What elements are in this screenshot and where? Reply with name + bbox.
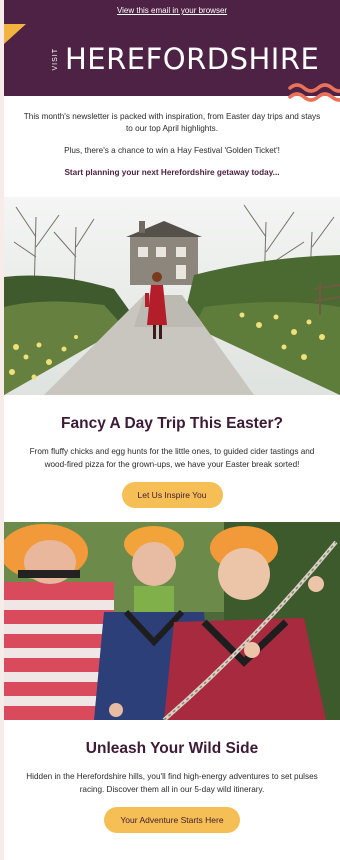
logo-name-text: HEREFORDSHIRE — [65, 41, 320, 76]
corner-flag-decoration — [4, 24, 26, 44]
wild-section-body: Hidden in the Herefordshire hills, you'l… — [26, 771, 318, 794]
easter-section-title: Fancy A Day Trip This Easter? — [61, 414, 283, 432]
easter-section: Fancy A Day Trip This Easter? From fluff… — [4, 415, 340, 508]
view-in-browser-link[interactable]: View this email in your browser — [4, 6, 340, 15]
easter-section-body: From fluffy chicks and egg hunts for the… — [29, 446, 315, 469]
intro-cta-text: Start planning your next Herefordshire g… — [64, 167, 280, 177]
let-us-inspire-you-button[interactable]: Let Us Inspire You — [121, 481, 223, 508]
wild-section: Unleash Your Wild Side Hidden in the Her… — [4, 739, 340, 834]
logo-visit-text: VISIT — [52, 47, 59, 71]
intro-block: This month's newsletter is packed with i… — [4, 96, 340, 197]
email-container: View this email in your browser VISIT HE… — [4, 0, 340, 860]
wild-section-title: Unleash Your Wild Side — [85, 739, 259, 757]
intro-text-1: This month's newsletter is packed with i… — [23, 112, 321, 133]
wave-decoration-icon — [288, 83, 340, 102]
email-header: View this email in your browser VISIT HE… — [4, 0, 340, 102]
your-adventure-starts-here-button[interactable]: Your Adventure Starts Here — [104, 807, 240, 834]
intro-text-2: Plus, there's a chance to win a Hay Fest… — [64, 145, 280, 155]
wild-adventure-photo[interactable] — [4, 521, 340, 720]
visit-herefordshire-logo[interactable]: VISIT HEREFORDSHIRE — [52, 42, 319, 76]
easter-lane-photo[interactable] — [4, 196, 340, 395]
